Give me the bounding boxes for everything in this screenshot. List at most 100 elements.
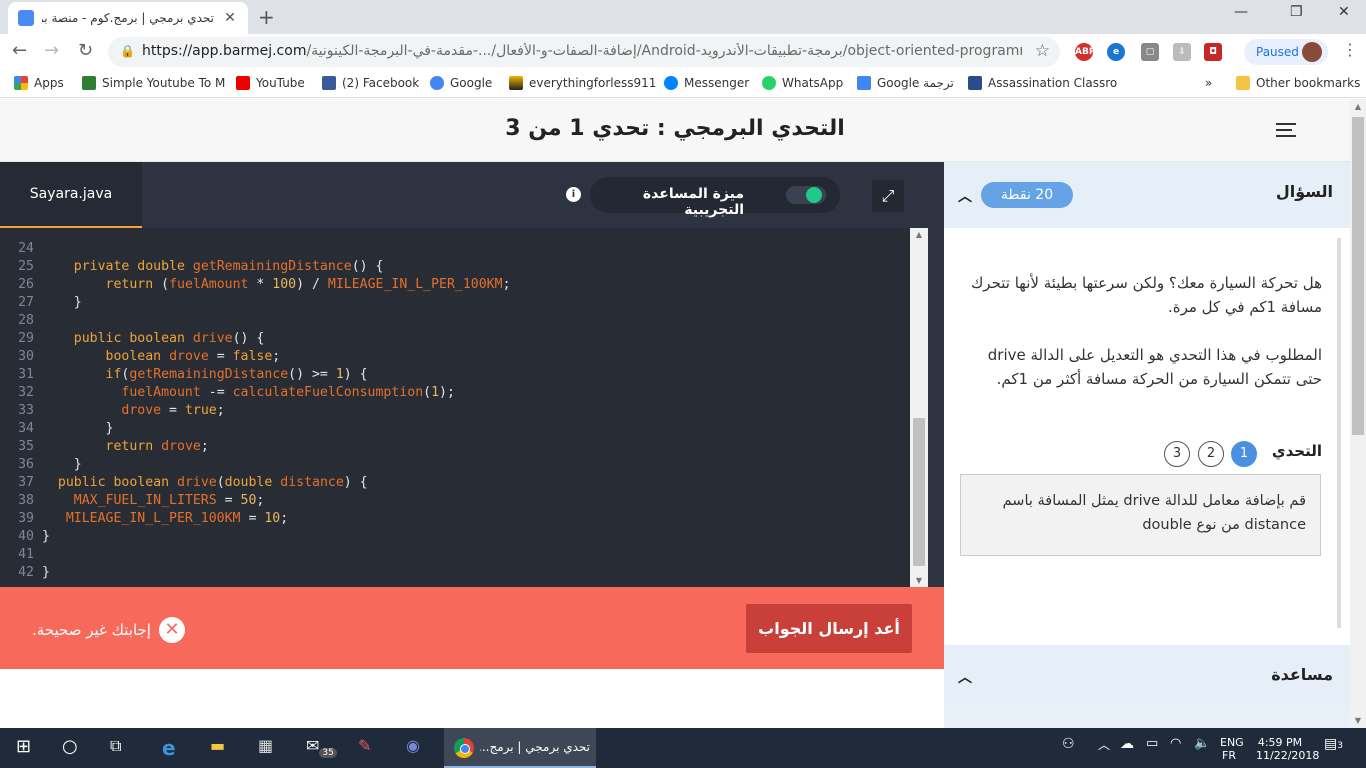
- profile-button[interactable]: Paused: [1244, 39, 1328, 65]
- challenge-step-1[interactable]: 1: [1231, 441, 1257, 467]
- url-text[interactable]: https://app.barmej.com/إضافة-الصفات-و-ال…: [142, 43, 1022, 59]
- bookmark-youtube[interactable]: YouTube: [236, 76, 305, 90]
- page-scrollbar-thumb[interactable]: [1352, 117, 1364, 435]
- onedrive-icon[interactable]: ☁: [1120, 736, 1134, 752]
- scroll-down-arrow-icon[interactable]: ▼: [910, 576, 928, 585]
- expand-icon[interactable]: ⤢: [872, 180, 904, 212]
- more-bookmarks-button[interactable]: »: [1205, 76, 1212, 90]
- restore-icon[interactable]: ❐: [1290, 4, 1303, 20]
- discord-icon[interactable]: ◉: [406, 736, 420, 755]
- code-line[interactable]: 32 fuelAmount -= calculateFuelConsumptio…: [0, 384, 910, 402]
- bookmark-star-icon[interactable]: ☆: [1035, 41, 1050, 61]
- language-indicator[interactable]: ENG FR: [1220, 736, 1244, 762]
- code-line[interactable]: 35 return drove;: [0, 438, 910, 456]
- minimize-icon[interactable]: —: [1234, 4, 1248, 20]
- extension-download-icon[interactable]: ⇩: [1173, 43, 1191, 61]
- task-view-icon[interactable]: ⧉: [110, 736, 121, 756]
- new-tab-icon[interactable]: +: [258, 5, 275, 29]
- notifications-icon[interactable]: ▤3: [1324, 736, 1343, 752]
- other-bookmarks[interactable]: Other bookmarks: [1236, 76, 1360, 90]
- reload-icon[interactable]: ↻: [78, 40, 93, 61]
- paint-icon[interactable]: ✎: [358, 736, 371, 755]
- clock[interactable]: 4:59 PM 11/22/2018: [1256, 736, 1319, 762]
- code-line[interactable]: 24: [0, 240, 910, 258]
- bookmark-assassination-classroom[interactable]: Assassination Classro: [968, 76, 1117, 90]
- code-line[interactable]: 29 public boolean drive() {: [0, 330, 910, 348]
- window-close-icon[interactable]: ✕: [1338, 4, 1350, 20]
- page-header: التحدي البرمجي : تحدي 1 من 3: [0, 99, 1350, 162]
- hamburger-menu-icon[interactable]: [1276, 123, 1296, 137]
- chevron-up-icon[interactable]: ︿: [958, 667, 972, 687]
- browser-tab-strip: تحدي برمجي | برمج.كوم - منصة برمـ ✕ + — …: [0, 0, 1366, 34]
- code-line[interactable]: 34 }: [0, 420, 910, 438]
- search-circle-icon[interactable]: ○: [62, 736, 78, 757]
- editor-scrollbar[interactable]: ▲ ▼: [910, 228, 928, 587]
- people-icon[interactable]: ⚇: [1062, 736, 1075, 752]
- browser-tab[interactable]: تحدي برمجي | برمج.كوم - منصة برمـ ✕: [8, 2, 248, 34]
- challenge-step-3[interactable]: 3: [1164, 441, 1190, 467]
- scroll-up-arrow-icon[interactable]: ▲: [910, 230, 928, 239]
- challenge-step-2[interactable]: 2: [1198, 441, 1224, 467]
- scrollbar-thumb[interactable]: [913, 418, 925, 566]
- mail-icon[interactable]: ✉ 35: [306, 736, 337, 758]
- file-explorer-icon[interactable]: ▬: [210, 736, 225, 755]
- bookmark-everythingforless[interactable]: everythingforless911: [509, 76, 656, 90]
- scroll-down-arrow-icon[interactable]: ▼: [1350, 716, 1366, 725]
- help-header[interactable]: مساعدة ︿: [944, 645, 1350, 705]
- code-line[interactable]: 25 private double getRemainingDistance()…: [0, 258, 910, 276]
- extension-e-icon[interactable]: e: [1107, 43, 1125, 61]
- code-line[interactable]: 30 boolean drove = false;: [0, 348, 910, 366]
- address-bar[interactable]: 🔒 https://app.barmej.com/إضافة-الصفات-و-…: [108, 37, 1060, 67]
- menu-dots-icon[interactable]: ⋮: [1342, 40, 1358, 59]
- assist-feature-toggle[interactable]: ميزة المساعدة التجريبية: [590, 177, 840, 218]
- scroll-up-arrow-icon[interactable]: ▲: [1350, 102, 1366, 111]
- sidebar-scrollbar[interactable]: [1337, 238, 1341, 628]
- bookmark-facebook[interactable]: (2) Facebook: [322, 76, 419, 90]
- question-header[interactable]: السؤال 20 نقطة ︿: [944, 162, 1350, 228]
- page-content: التحدي البرمجي : تحدي 1 من 3 Sayara.java…: [0, 99, 1350, 728]
- bookmark-messenger[interactable]: Messenger: [664, 76, 749, 90]
- bookmark-whatsapp[interactable]: WhatsApp: [762, 76, 843, 90]
- info-icon[interactable]: i: [566, 187, 581, 202]
- code-line[interactable]: 38 MAX_FUEL_IN_LITERS = 50;: [0, 492, 910, 510]
- wifi-icon[interactable]: ◠: [1170, 736, 1181, 751]
- code-line[interactable]: 31 if(getRemainingDistance() >= 1) {: [0, 366, 910, 384]
- code-line[interactable]: 42}: [0, 564, 910, 582]
- code-line[interactable]: 27 }: [0, 294, 910, 312]
- page-scrollbar[interactable]: ▲ ▼: [1350, 99, 1366, 728]
- code-line[interactable]: 40}: [0, 528, 910, 546]
- toggle-switch[interactable]: [786, 186, 826, 204]
- bookmark-simple-youtube[interactable]: Simple Youtube To M: [82, 76, 225, 90]
- chrome-task-title: تحدي برمجي | برمج...: [480, 740, 590, 754]
- code-line[interactable]: 37 public boolean drive(double distance)…: [0, 474, 910, 492]
- code-line[interactable]: 33 drove = true;: [0, 402, 910, 420]
- bookmark-google[interactable]: Google: [430, 76, 492, 90]
- bookmark-apps[interactable]: Apps: [14, 76, 64, 90]
- code-line[interactable]: 39 MILEAGE_IN_L_PER_100KM = 10;: [0, 510, 910, 528]
- code-line[interactable]: 36 }: [0, 456, 910, 474]
- code-area[interactable]: 24 25 private double getRemainingDistance…: [0, 228, 910, 587]
- store-icon[interactable]: ▦: [258, 736, 273, 755]
- code-line[interactable]: 26 return (fuelAmount * 100) / MILEAGE_I…: [0, 276, 910, 294]
- tab-close-icon[interactable]: ✕: [222, 10, 238, 26]
- assist-label: ميزة المساعدة التجريبية: [642, 186, 744, 218]
- volume-icon[interactable]: 🔈: [1194, 736, 1210, 751]
- back-icon[interactable]: ←: [12, 40, 27, 61]
- chevron-up-icon[interactable]: ︿: [958, 186, 972, 206]
- extension-window-icon[interactable]: ▢: [1141, 43, 1159, 61]
- battery-icon[interactable]: ▭: [1146, 736, 1158, 751]
- adblock-icon[interactable]: ABP: [1075, 43, 1095, 61]
- code-line[interactable]: 41: [0, 546, 910, 564]
- forward-icon[interactable]: →: [44, 40, 59, 61]
- resubmit-answer-button[interactable]: أعد إرسال الجواب: [746, 604, 912, 653]
- bookmark-label: YouTube: [256, 76, 305, 90]
- extension-shield-icon[interactable]: ◘: [1204, 43, 1222, 61]
- bookmark-google-translate[interactable]: Google ترجمة: [857, 76, 954, 90]
- edge-icon[interactable]: e: [162, 736, 176, 760]
- file-tab[interactable]: Sayara.java: [0, 162, 142, 228]
- windows-taskbar: ⊞ ○ ⧉ e ▬ ▦ ✉ 35 ✎ ◉ تحدي برمجي | برمج...…: [0, 728, 1366, 768]
- code-line[interactable]: 28: [0, 312, 910, 330]
- chrome-taskbar-item[interactable]: تحدي برمجي | برمج...: [444, 728, 596, 768]
- tray-chevron-icon[interactable]: ︿: [1098, 736, 1110, 753]
- windows-start-icon[interactable]: ⊞: [16, 736, 31, 757]
